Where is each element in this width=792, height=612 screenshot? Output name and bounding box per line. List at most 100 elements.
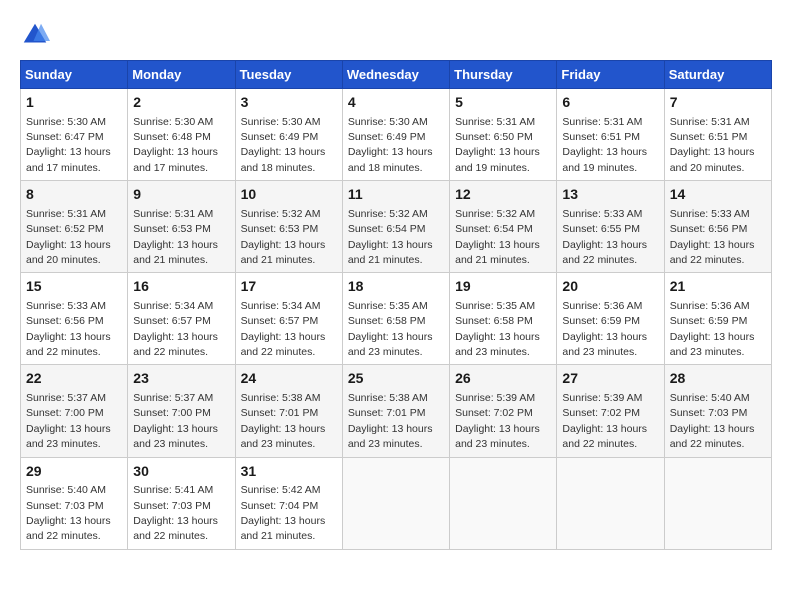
day-cell bbox=[342, 457, 449, 549]
day-cell: 29 Sunrise: 5:40 AMSunset: 7:03 PMDaylig… bbox=[21, 457, 128, 549]
day-cell: 6 Sunrise: 5:31 AMSunset: 6:51 PMDayligh… bbox=[557, 89, 664, 181]
calendar-table: SundayMondayTuesdayWednesdayThursdayFrid… bbox=[20, 60, 772, 550]
day-number: 9 bbox=[133, 185, 229, 205]
day-number: 3 bbox=[241, 93, 337, 113]
header-row: SundayMondayTuesdayWednesdayThursdayFrid… bbox=[21, 61, 772, 89]
day-number: 10 bbox=[241, 185, 337, 205]
day-cell: 9 Sunrise: 5:31 AMSunset: 6:53 PMDayligh… bbox=[128, 181, 235, 273]
day-info: Sunrise: 5:39 AMSunset: 7:02 PMDaylight:… bbox=[562, 392, 647, 450]
day-cell: 13 Sunrise: 5:33 AMSunset: 6:55 PMDaylig… bbox=[557, 181, 664, 273]
day-number: 16 bbox=[133, 277, 229, 297]
day-info: Sunrise: 5:35 AMSunset: 6:58 PMDaylight:… bbox=[455, 300, 540, 358]
day-number: 25 bbox=[348, 369, 444, 389]
day-cell: 22 Sunrise: 5:37 AMSunset: 7:00 PMDaylig… bbox=[21, 365, 128, 457]
day-cell: 31 Sunrise: 5:42 AMSunset: 7:04 PMDaylig… bbox=[235, 457, 342, 549]
calendar-body: 1 Sunrise: 5:30 AMSunset: 6:47 PMDayligh… bbox=[21, 89, 772, 550]
day-cell: 10 Sunrise: 5:32 AMSunset: 6:53 PMDaylig… bbox=[235, 181, 342, 273]
day-info: Sunrise: 5:31 AMSunset: 6:53 PMDaylight:… bbox=[133, 208, 218, 266]
day-header-tuesday: Tuesday bbox=[235, 61, 342, 89]
day-cell: 8 Sunrise: 5:31 AMSunset: 6:52 PMDayligh… bbox=[21, 181, 128, 273]
day-info: Sunrise: 5:32 AMSunset: 6:54 PMDaylight:… bbox=[455, 208, 540, 266]
day-number: 2 bbox=[133, 93, 229, 113]
day-info: Sunrise: 5:33 AMSunset: 6:56 PMDaylight:… bbox=[670, 208, 755, 266]
day-cell: 27 Sunrise: 5:39 AMSunset: 7:02 PMDaylig… bbox=[557, 365, 664, 457]
day-info: Sunrise: 5:30 AMSunset: 6:48 PMDaylight:… bbox=[133, 116, 218, 174]
day-info: Sunrise: 5:35 AMSunset: 6:58 PMDaylight:… bbox=[348, 300, 433, 358]
day-cell: 11 Sunrise: 5:32 AMSunset: 6:54 PMDaylig… bbox=[342, 181, 449, 273]
day-info: Sunrise: 5:33 AMSunset: 6:55 PMDaylight:… bbox=[562, 208, 647, 266]
day-cell: 17 Sunrise: 5:34 AMSunset: 6:57 PMDaylig… bbox=[235, 273, 342, 365]
day-cell: 25 Sunrise: 5:38 AMSunset: 7:01 PMDaylig… bbox=[342, 365, 449, 457]
day-info: Sunrise: 5:31 AMSunset: 6:51 PMDaylight:… bbox=[670, 116, 755, 174]
day-info: Sunrise: 5:38 AMSunset: 7:01 PMDaylight:… bbox=[348, 392, 433, 450]
day-info: Sunrise: 5:39 AMSunset: 7:02 PMDaylight:… bbox=[455, 392, 540, 450]
day-header-saturday: Saturday bbox=[664, 61, 771, 89]
day-cell bbox=[557, 457, 664, 549]
week-row-5: 29 Sunrise: 5:40 AMSunset: 7:03 PMDaylig… bbox=[21, 457, 772, 549]
week-row-2: 8 Sunrise: 5:31 AMSunset: 6:52 PMDayligh… bbox=[21, 181, 772, 273]
day-number: 14 bbox=[670, 185, 766, 205]
day-number: 11 bbox=[348, 185, 444, 205]
day-number: 23 bbox=[133, 369, 229, 389]
day-info: Sunrise: 5:30 AMSunset: 6:47 PMDaylight:… bbox=[26, 116, 111, 174]
day-info: Sunrise: 5:31 AMSunset: 6:51 PMDaylight:… bbox=[562, 116, 647, 174]
day-number: 24 bbox=[241, 369, 337, 389]
page-header bbox=[20, 20, 772, 50]
calendar-header: SundayMondayTuesdayWednesdayThursdayFrid… bbox=[21, 61, 772, 89]
day-cell: 16 Sunrise: 5:34 AMSunset: 6:57 PMDaylig… bbox=[128, 273, 235, 365]
day-info: Sunrise: 5:38 AMSunset: 7:01 PMDaylight:… bbox=[241, 392, 326, 450]
day-info: Sunrise: 5:34 AMSunset: 6:57 PMDaylight:… bbox=[241, 300, 326, 358]
day-info: Sunrise: 5:34 AMSunset: 6:57 PMDaylight:… bbox=[133, 300, 218, 358]
day-info: Sunrise: 5:40 AMSunset: 7:03 PMDaylight:… bbox=[26, 484, 111, 542]
day-number: 5 bbox=[455, 93, 551, 113]
day-info: Sunrise: 5:32 AMSunset: 6:54 PMDaylight:… bbox=[348, 208, 433, 266]
day-cell: 1 Sunrise: 5:30 AMSunset: 6:47 PMDayligh… bbox=[21, 89, 128, 181]
day-header-sunday: Sunday bbox=[21, 61, 128, 89]
day-cell: 2 Sunrise: 5:30 AMSunset: 6:48 PMDayligh… bbox=[128, 89, 235, 181]
day-info: Sunrise: 5:30 AMSunset: 6:49 PMDaylight:… bbox=[348, 116, 433, 174]
day-cell: 3 Sunrise: 5:30 AMSunset: 6:49 PMDayligh… bbox=[235, 89, 342, 181]
day-info: Sunrise: 5:36 AMSunset: 6:59 PMDaylight:… bbox=[562, 300, 647, 358]
day-cell: 15 Sunrise: 5:33 AMSunset: 6:56 PMDaylig… bbox=[21, 273, 128, 365]
day-info: Sunrise: 5:42 AMSunset: 7:04 PMDaylight:… bbox=[241, 484, 326, 542]
day-number: 19 bbox=[455, 277, 551, 297]
day-header-thursday: Thursday bbox=[450, 61, 557, 89]
day-number: 21 bbox=[670, 277, 766, 297]
day-number: 26 bbox=[455, 369, 551, 389]
day-number: 4 bbox=[348, 93, 444, 113]
day-number: 17 bbox=[241, 277, 337, 297]
day-cell: 21 Sunrise: 5:36 AMSunset: 6:59 PMDaylig… bbox=[664, 273, 771, 365]
day-number: 28 bbox=[670, 369, 766, 389]
logo bbox=[20, 20, 54, 50]
day-cell: 5 Sunrise: 5:31 AMSunset: 6:50 PMDayligh… bbox=[450, 89, 557, 181]
week-row-1: 1 Sunrise: 5:30 AMSunset: 6:47 PMDayligh… bbox=[21, 89, 772, 181]
day-cell: 19 Sunrise: 5:35 AMSunset: 6:58 PMDaylig… bbox=[450, 273, 557, 365]
day-number: 18 bbox=[348, 277, 444, 297]
day-cell: 4 Sunrise: 5:30 AMSunset: 6:49 PMDayligh… bbox=[342, 89, 449, 181]
day-header-friday: Friday bbox=[557, 61, 664, 89]
day-cell: 14 Sunrise: 5:33 AMSunset: 6:56 PMDaylig… bbox=[664, 181, 771, 273]
day-cell: 12 Sunrise: 5:32 AMSunset: 6:54 PMDaylig… bbox=[450, 181, 557, 273]
day-number: 29 bbox=[26, 462, 122, 482]
day-number: 27 bbox=[562, 369, 658, 389]
day-header-monday: Monday bbox=[128, 61, 235, 89]
day-cell: 20 Sunrise: 5:36 AMSunset: 6:59 PMDaylig… bbox=[557, 273, 664, 365]
day-cell: 7 Sunrise: 5:31 AMSunset: 6:51 PMDayligh… bbox=[664, 89, 771, 181]
day-info: Sunrise: 5:37 AMSunset: 7:00 PMDaylight:… bbox=[133, 392, 218, 450]
day-info: Sunrise: 5:37 AMSunset: 7:00 PMDaylight:… bbox=[26, 392, 111, 450]
day-header-wednesday: Wednesday bbox=[342, 61, 449, 89]
day-info: Sunrise: 5:31 AMSunset: 6:52 PMDaylight:… bbox=[26, 208, 111, 266]
day-info: Sunrise: 5:31 AMSunset: 6:50 PMDaylight:… bbox=[455, 116, 540, 174]
day-cell bbox=[450, 457, 557, 549]
day-cell: 28 Sunrise: 5:40 AMSunset: 7:03 PMDaylig… bbox=[664, 365, 771, 457]
week-row-3: 15 Sunrise: 5:33 AMSunset: 6:56 PMDaylig… bbox=[21, 273, 772, 365]
day-number: 8 bbox=[26, 185, 122, 205]
day-info: Sunrise: 5:33 AMSunset: 6:56 PMDaylight:… bbox=[26, 300, 111, 358]
day-cell: 23 Sunrise: 5:37 AMSunset: 7:00 PMDaylig… bbox=[128, 365, 235, 457]
day-info: Sunrise: 5:32 AMSunset: 6:53 PMDaylight:… bbox=[241, 208, 326, 266]
day-cell bbox=[664, 457, 771, 549]
week-row-4: 22 Sunrise: 5:37 AMSunset: 7:00 PMDaylig… bbox=[21, 365, 772, 457]
logo-icon bbox=[20, 20, 50, 50]
day-number: 7 bbox=[670, 93, 766, 113]
day-number: 20 bbox=[562, 277, 658, 297]
